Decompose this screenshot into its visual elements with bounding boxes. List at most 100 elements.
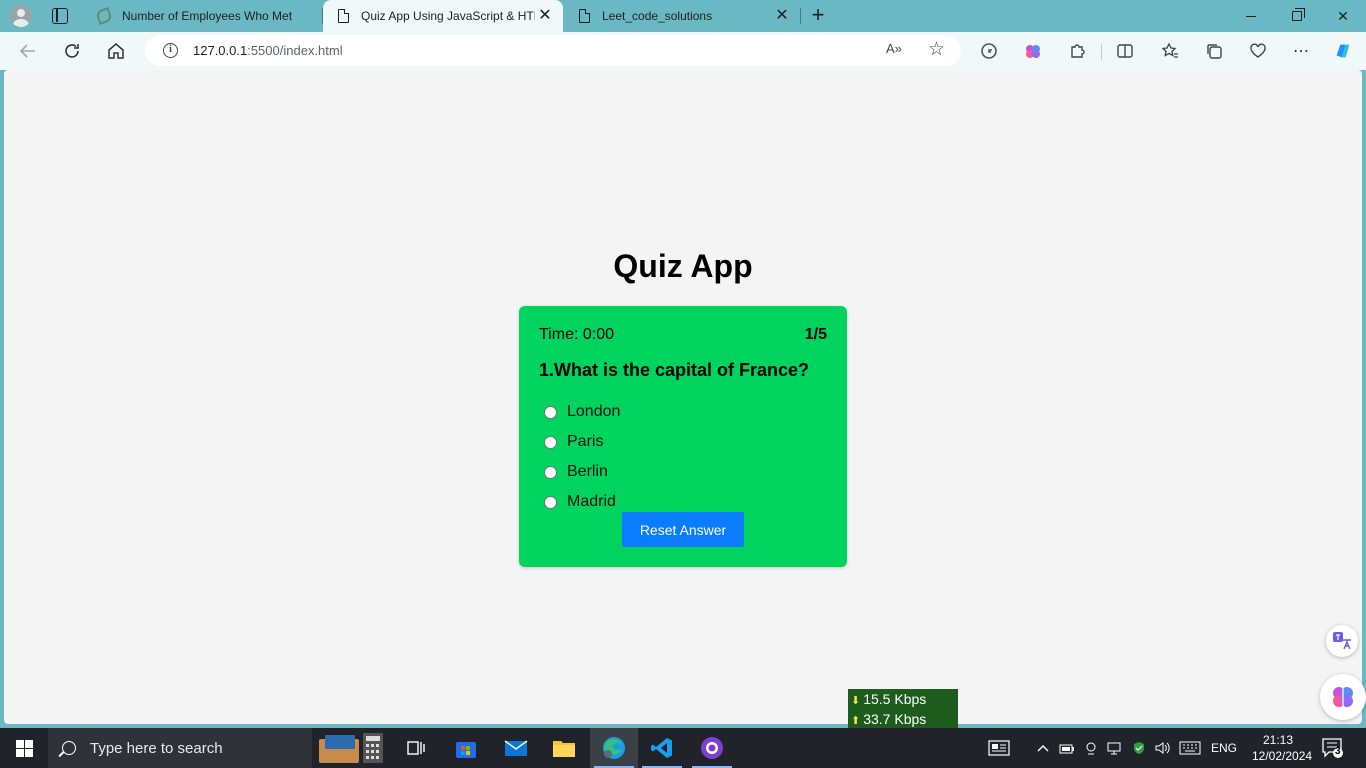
quiz-timer: Time: 0:00	[539, 326, 614, 343]
option-label: Madrid	[567, 493, 616, 510]
radio-button[interactable]	[544, 405, 557, 419]
close-icon: ✕	[1337, 7, 1349, 24]
chevron-up-icon[interactable]	[1034, 728, 1052, 768]
tab-actions-icon[interactable]	[52, 8, 68, 24]
windows-start-icon[interactable]	[16, 740, 33, 757]
keyboard-icon[interactable]	[1178, 728, 1202, 768]
taskbar-search[interactable]: Type here to search	[48, 728, 312, 768]
option-label: Berlin	[567, 463, 608, 480]
tab-separator	[800, 8, 801, 24]
tab-title: Quiz App Using JavaScript & HTML	[361, 9, 535, 23]
option-madrid[interactable]: Madrid	[544, 491, 616, 513]
url-text[interactable]: 127.0.0.1:5500/index.html	[193, 43, 343, 58]
radio-button[interactable]	[544, 465, 557, 479]
taskbar-store[interactable]	[442, 728, 490, 768]
option-london[interactable]: London	[544, 401, 620, 423]
notification-count: 3	[1335, 746, 1341, 757]
profile-button[interactable]	[8, 4, 34, 28]
toolbar-divider	[1101, 44, 1102, 60]
grammarly-icon[interactable]	[979, 41, 999, 61]
new-tab-button[interactable]: +	[806, 4, 830, 28]
news-widget-icon[interactable]	[984, 728, 1014, 768]
copilot-sidebar-button[interactable]	[1320, 674, 1366, 720]
network-icon[interactable]	[1106, 728, 1124, 768]
option-paris[interactable]: Paris	[544, 431, 603, 453]
copilot-svg	[1336, 44, 1350, 58]
clock-date: 12/02/2024	[1252, 749, 1313, 763]
copilot-brain-icon[interactable]	[1023, 41, 1043, 61]
tab-quiz-app[interactable]: Quiz App Using JavaScript & HTML ✕	[323, 0, 563, 32]
radio-button[interactable]	[544, 495, 557, 509]
option-label: Paris	[567, 433, 604, 450]
taskbar-file-explorer[interactable]	[540, 728, 588, 768]
tab-employees[interactable]: Number of Employees Who Met	[84, 0, 322, 32]
brain-svg	[1026, 45, 1040, 58]
avatar-icon	[10, 5, 32, 27]
close-icon[interactable]: ✕	[772, 6, 792, 26]
taskbar-task-view[interactable]	[392, 728, 440, 768]
collections-icon[interactable]	[1204, 41, 1224, 61]
language-indicator[interactable]: ENG	[1208, 728, 1240, 768]
split-svg	[1117, 44, 1133, 58]
arrow-down-icon: ⬇	[851, 695, 861, 707]
radio-button[interactable]	[544, 435, 557, 449]
close-icon[interactable]: ✕	[535, 6, 555, 26]
reset-answer-button[interactable]: Reset Answer	[622, 512, 744, 547]
github-icon	[701, 737, 723, 759]
close-window-button[interactable]: ✕	[1320, 0, 1366, 32]
arrow-left-icon	[19, 44, 35, 58]
question-counter: 1/5	[804, 326, 827, 343]
option-berlin[interactable]: Berlin	[544, 461, 608, 483]
mail-icon	[504, 740, 528, 756]
page-icon	[576, 8, 592, 24]
translate-button[interactable]	[1326, 625, 1358, 657]
favorites-svg	[1161, 42, 1178, 58]
upload-speed: ⬆ 33.7 Kbps	[851, 710, 958, 730]
taskbar-vscode[interactable]	[638, 728, 686, 768]
tab-title: Leet_code_solutions	[602, 9, 713, 23]
refresh-button[interactable]	[60, 39, 84, 63]
restore-icon	[1292, 8, 1305, 21]
taskbar-github-desktop[interactable]	[688, 728, 736, 768]
address-bar[interactable]: i 127.0.0.1:5500/index.html A» ☆	[145, 35, 961, 66]
copilot-icon[interactable]	[1333, 41, 1353, 61]
heart-pulse-svg	[1250, 43, 1266, 58]
tab-leetcode[interactable]: Leet_code_solutions ✕	[564, 0, 800, 32]
download-value: 15.5 Kbps	[863, 691, 927, 707]
notifications-button[interactable]: 3	[1322, 738, 1344, 758]
security-shield-icon[interactable]	[1130, 728, 1148, 768]
restore-button[interactable]	[1274, 0, 1320, 32]
browser-toolbar: i 127.0.0.1:5500/index.html A» ☆ ⋯	[0, 32, 1366, 70]
collections-svg	[1207, 44, 1222, 59]
performance-icon[interactable]	[1248, 41, 1268, 61]
page-icon	[335, 8, 351, 24]
taskbar-mail[interactable]	[492, 728, 540, 768]
split-screen-icon[interactable]	[1115, 41, 1135, 61]
leaf-icon	[95, 7, 113, 25]
minimize-button[interactable]	[1228, 0, 1274, 32]
info-icon[interactable]: i	[163, 43, 178, 58]
download-speed: ⬇ 15.5 Kbps	[851, 690, 958, 710]
more-menu-icon[interactable]: ⋯	[1291, 41, 1311, 61]
taskbar-calculator-app[interactable]	[312, 728, 392, 768]
star-icon[interactable]: ☆	[928, 38, 945, 61]
battery-icon[interactable]	[1058, 728, 1076, 768]
system-clock[interactable]: 21:13 12/02/2024	[1252, 732, 1313, 764]
net-speed-meter: ⬇ 15.5 Kbps ⬆ 33.7 Kbps	[848, 689, 958, 728]
taskbar-edge[interactable]	[590, 728, 638, 768]
back-button[interactable]	[16, 39, 40, 63]
read-aloud-button[interactable]: A»	[886, 41, 902, 56]
extensions-icon[interactable]	[1067, 41, 1087, 61]
store-icon	[456, 742, 476, 758]
home-icon	[108, 43, 124, 59]
task-view-icon	[407, 741, 425, 755]
question-text: 1.What is the capital of France?	[539, 360, 810, 380]
webcam-icon[interactable]	[1082, 728, 1100, 768]
home-button[interactable]	[104, 39, 128, 63]
favorites-icon[interactable]	[1160, 41, 1180, 61]
option-label: London	[567, 403, 621, 420]
volume-icon[interactable]	[1154, 728, 1172, 768]
clock-time: 21:13	[1262, 733, 1294, 747]
brain-icon	[1333, 687, 1353, 707]
url-path: :5500/index.html	[247, 43, 343, 58]
